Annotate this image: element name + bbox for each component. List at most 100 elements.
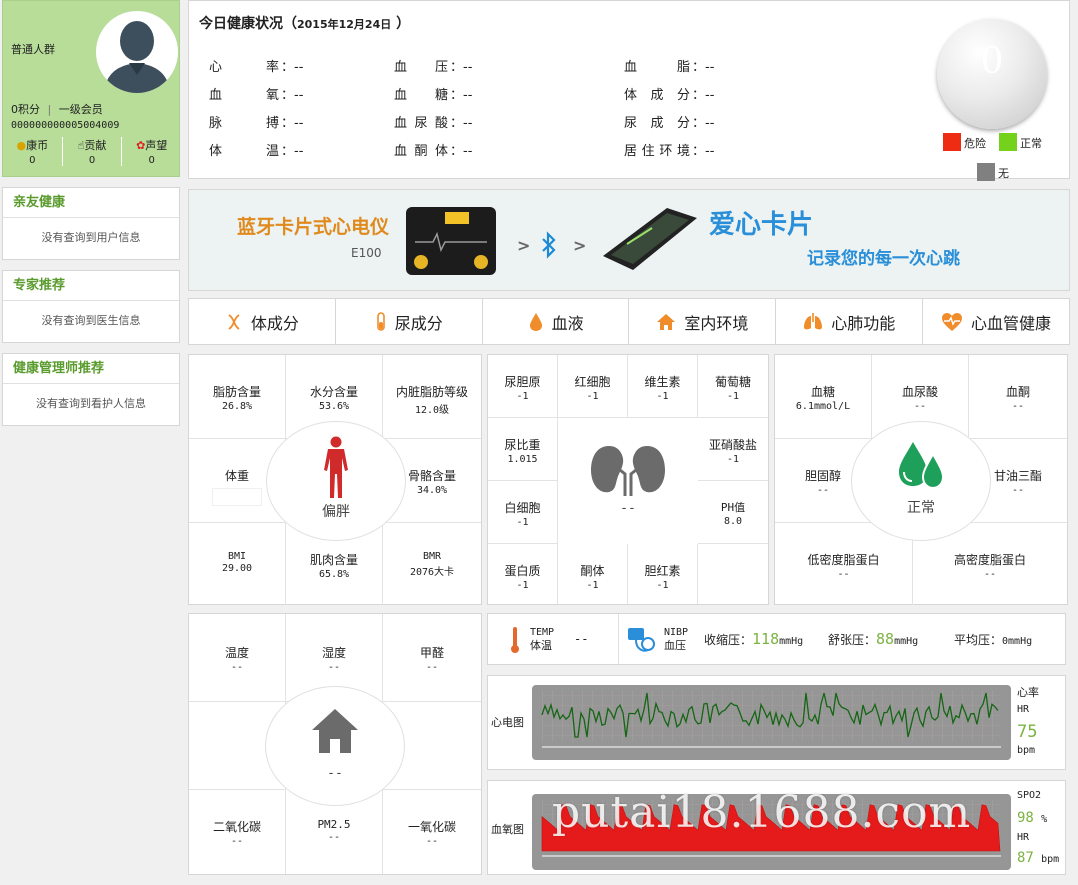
tab-cardiopulmonary[interactable]: 心肺功能 bbox=[775, 299, 922, 344]
metric-wbc[interactable]: 白细胞 -1 bbox=[488, 481, 558, 544]
dna-icon bbox=[228, 313, 240, 330]
metric-rbc[interactable]: 红细胞 -1 bbox=[558, 355, 628, 418]
vital-item[interactable]: 血氧 ：-- bbox=[209, 84, 303, 103]
sidebar-empty: 没有查询到看护人信息 bbox=[36, 397, 146, 410]
health-score: 0 bbox=[980, 41, 1004, 82]
vital-label: 血脂 bbox=[624, 60, 690, 75]
metric-ph[interactable]: PH值 8.0 bbox=[698, 481, 768, 544]
vital-label: 脉搏 bbox=[209, 116, 279, 131]
spo2-hr-readout: 87 bpm bbox=[1017, 850, 1059, 866]
urine-status: -- bbox=[620, 501, 636, 516]
avatar[interactable] bbox=[96, 11, 178, 93]
vital-item[interactable]: 脉搏 ：-- bbox=[209, 112, 303, 131]
metric-bmr[interactable]: BMR 2076大卡 bbox=[383, 523, 481, 605]
stat-coins[interactable]: ●康币 0 bbox=[3, 137, 62, 166]
metric-co[interactable]: 一氧化碳 -- bbox=[383, 790, 481, 874]
metric-name: 葡萄糖 bbox=[714, 375, 751, 389]
tab-urine[interactable]: 尿成分 bbox=[334, 299, 482, 344]
vital-item[interactable]: 体温 ：-- bbox=[209, 140, 303, 159]
metric-name: 二氧化碳 bbox=[212, 820, 261, 834]
tab-label: 心血管健康 bbox=[971, 313, 1052, 333]
legend-label: 无 bbox=[998, 167, 1009, 180]
metric-name: PM2.5 bbox=[317, 818, 351, 831]
vitals-bar: TEMP 体温 -- NIBP 血压 收缩压：118mmHg 舒张压：88mmHg … bbox=[487, 613, 1066, 665]
vital-value: -- bbox=[705, 116, 715, 131]
vital-item[interactable]: 心率 ：-- bbox=[209, 56, 303, 75]
nibp-label-cn: 血压 bbox=[664, 639, 686, 652]
metric-name: 酮体 bbox=[580, 564, 605, 578]
stat-value: 0 bbox=[88, 155, 96, 166]
legend-danger: 危险 bbox=[943, 133, 986, 151]
systolic-readout: 收缩压：118mmHg bbox=[704, 630, 803, 648]
tab-cardiovascular[interactable]: 心血管健康 bbox=[922, 299, 1069, 344]
banner-arrow: > bbox=[517, 236, 531, 255]
metric-vitamin[interactable]: 维生素 -1 bbox=[628, 355, 698, 418]
ecg-label: 心电图 bbox=[491, 716, 524, 729]
spo2-hr-value: 87 bbox=[1017, 850, 1034, 866]
environment-status: -- bbox=[327, 766, 343, 781]
vital-item[interactable]: 居住环境 ：-- bbox=[624, 140, 714, 159]
ecg-hr-unit: bpm bbox=[1017, 745, 1036, 756]
blood-status-circle: 正常 bbox=[851, 421, 991, 541]
stat-label: 声望 bbox=[145, 139, 168, 152]
metric-value bbox=[212, 488, 262, 506]
vital-item[interactable]: 血压 ：-- bbox=[394, 56, 472, 75]
sidebar-title[interactable]: 亲友健康 bbox=[3, 188, 179, 218]
tab-blood[interactable]: 血液 bbox=[481, 299, 629, 344]
stat-contribution[interactable]: ☝贡献 0 bbox=[61, 137, 122, 166]
body-figure-icon bbox=[324, 436, 348, 498]
systolic-value: 118 bbox=[752, 630, 780, 648]
metric-bilirubin[interactable]: 胆红素 -1 bbox=[628, 544, 698, 604]
vital-item[interactable]: 尿成分 ：-- bbox=[624, 112, 714, 131]
metric-name: 甲醛 bbox=[419, 646, 444, 660]
metric-value: -1 bbox=[516, 517, 529, 528]
diastolic-value: 88 bbox=[876, 630, 895, 648]
sidebar-title[interactable]: 专家推荐 bbox=[3, 271, 179, 301]
sidebar-title[interactable]: 健康管理师推荐 bbox=[3, 354, 179, 384]
vital-item[interactable]: 血糖 ：-- bbox=[394, 84, 472, 103]
vital-value: -- bbox=[463, 88, 473, 103]
thermometer-icon bbox=[511, 627, 519, 653]
metric-value: -- bbox=[1011, 401, 1025, 412]
metric-name: 一氧化碳 bbox=[407, 820, 456, 834]
tab-indoor[interactable]: 室内环境 bbox=[628, 299, 775, 344]
stat-reputation[interactable]: ✿声望 0 bbox=[121, 137, 181, 166]
metric-protein[interactable]: 蛋白质 -1 bbox=[488, 544, 558, 604]
tab-body-composition[interactable]: 体成分 bbox=[189, 299, 335, 344]
systolic-label: 收缩压： bbox=[704, 633, 753, 647]
vital-label: 血氧 bbox=[209, 88, 279, 103]
metric-bmi[interactable]: BMI 29.00 bbox=[189, 523, 286, 605]
metric-value: 29.00 bbox=[221, 563, 253, 574]
spo2-hr-label: HR bbox=[1017, 832, 1030, 843]
metric-value: -- bbox=[837, 569, 850, 580]
spo2-side-title: SPO2 bbox=[1017, 790, 1042, 801]
banner-slogan: 记录您的每一次心跳 bbox=[807, 249, 960, 269]
metric-urobilinogen[interactable]: 尿胆原 -1 bbox=[488, 355, 558, 418]
metric-specific-gravity[interactable]: 尿比重 1.015 bbox=[488, 418, 558, 481]
vital-label: 血糖 bbox=[394, 88, 448, 103]
metric-nitrite[interactable]: 亚硝酸盐 -1 bbox=[698, 418, 768, 481]
temp-label-en: TEMP bbox=[530, 627, 555, 638]
legend-label: 危险 bbox=[964, 137, 986, 150]
vital-item[interactable]: 血酮体 ：-- bbox=[394, 140, 472, 159]
metric-value: -1 bbox=[516, 580, 529, 591]
metric-name: 水分含量 bbox=[309, 385, 358, 399]
vital-item[interactable]: 血尿酸 ：-- bbox=[394, 112, 472, 131]
metric-value: -1 bbox=[586, 391, 599, 402]
vital-value: -- bbox=[294, 116, 304, 131]
vital-item[interactable]: 体成分 ：-- bbox=[624, 84, 714, 103]
metric-ketone[interactable]: 酮体 -1 bbox=[558, 544, 628, 604]
vital-label: 体温 bbox=[209, 144, 279, 159]
vital-item[interactable]: 血脂 ：-- bbox=[624, 56, 714, 75]
metric-glucose[interactable]: 葡萄糖 -1 bbox=[698, 355, 768, 418]
user-card: 普通人群 0积分 | 一级会员 000000000005004009 ●康币 0… bbox=[2, 0, 180, 177]
product-banner[interactable]: 蓝牙卡片式心电仪 E100 > > 爱心卡片 记录您的每一次心跳 bbox=[188, 189, 1070, 291]
metric-value: 26.8% bbox=[221, 401, 253, 412]
metric-co2[interactable]: 二氧化碳 -- bbox=[189, 790, 286, 874]
banner-product: 蓝牙卡片式心电仪 bbox=[237, 216, 390, 238]
ecg-side-title: 心率 bbox=[1017, 686, 1039, 699]
avatar-icon bbox=[97, 12, 177, 93]
diastolic-label: 舒张压： bbox=[828, 633, 877, 647]
tab-label: 室内环境 bbox=[684, 313, 749, 333]
test-tube-icon bbox=[376, 311, 385, 331]
